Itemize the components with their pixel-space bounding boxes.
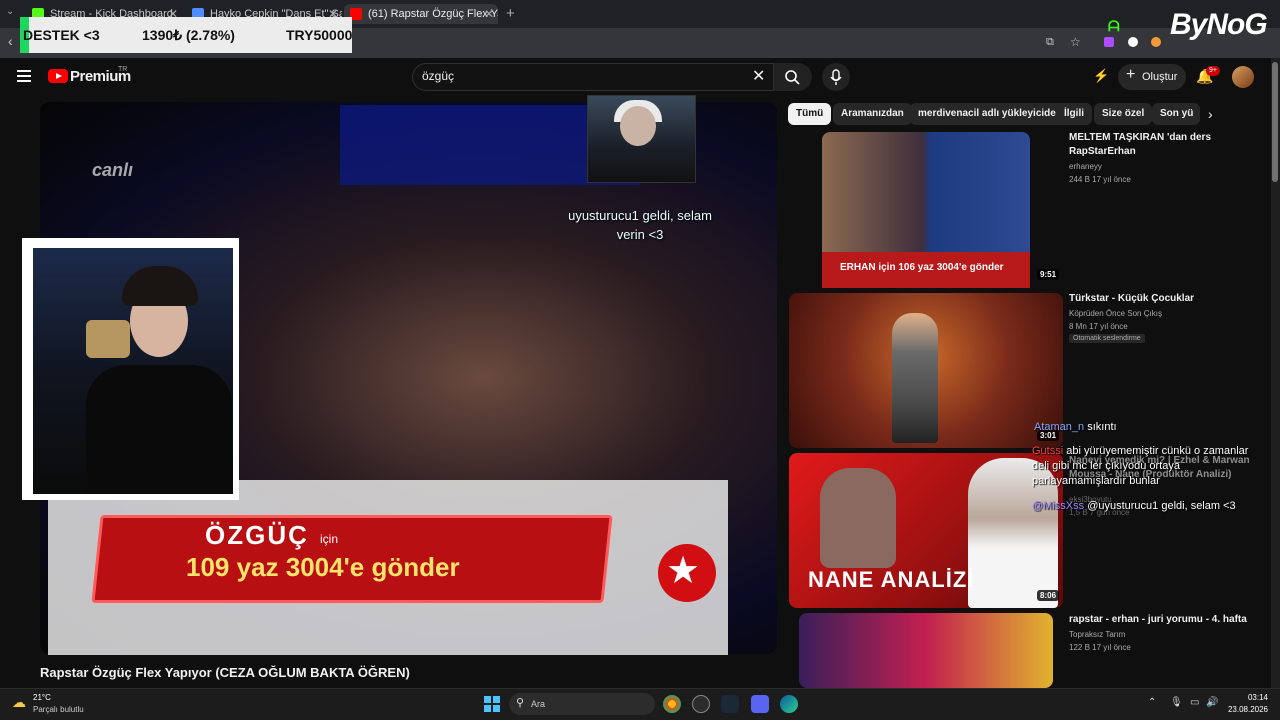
clock-time[interactable]: 03:14	[1214, 693, 1268, 702]
chip-recent[interactable]: Son yü	[1152, 103, 1200, 125]
voice-search-button[interactable]	[822, 63, 850, 91]
lower-third-sms: 109 yaz 3004'e gönder	[186, 552, 460, 582]
taskbar-search[interactable]: Ara	[509, 693, 655, 715]
weather-description[interactable]: Parçalı bulutlu	[33, 705, 84, 714]
search-icon	[785, 70, 800, 85]
tab-label: (61) Rapstar Özgüç Flex Yapı	[368, 8, 498, 20]
notification-badge: 9+	[1206, 66, 1220, 76]
donation-goal-overlay: DESTEK <3 1390₺ (2.78%) TRY50000	[20, 17, 352, 53]
chat-username: Gutssi	[1032, 445, 1064, 457]
thumbnail-figure	[820, 468, 896, 568]
weather-temperature[interactable]: 21°C	[33, 693, 51, 702]
video-title: Rapstar Özgüç Flex Yapıyor (CEZA OĞLUM B…	[40, 665, 410, 680]
chat-message: @MissXss @uyusturucu1 geldi, selam <3	[1032, 499, 1262, 514]
recommendation-meta: 8 Mn 17 yıl önce	[1069, 322, 1128, 331]
tab-search-chevron-icon[interactable]: ⌄	[6, 6, 20, 20]
recommendation-channel[interactable]: Köprüden Önce Son Çıkış	[1069, 308, 1162, 320]
alert-message: uyusturucu1 geldi, selam verin <3	[568, 208, 712, 242]
recommendation-meta: 122 B 17 yıl önce	[1069, 643, 1131, 652]
plus-icon: +	[1126, 66, 1136, 83]
chip-uploader[interactable]: merdivenacil adlı yükleyiciden	[910, 103, 1070, 125]
chip-related[interactable]: İlgili	[1056, 103, 1092, 125]
lower-third-for: için	[320, 532, 339, 546]
install-app-icon[interactable]: ⧉	[1046, 36, 1054, 49]
recommendation-title[interactable]: MELTEM TAŞKIRAN 'dan ders RapStarErhan	[1069, 131, 1265, 159]
overlay-glyph: ᗩ	[1108, 18, 1120, 34]
recommendation-meta: 244 B 17 yıl önce	[1069, 175, 1131, 184]
brand-logo: ByNoG	[1170, 8, 1268, 41]
chat-username: Ataman_n	[1034, 421, 1085, 433]
edge-icon[interactable]	[780, 695, 798, 713]
microphone-icon[interactable]: 🎙	[1170, 697, 1183, 708]
search-icon: ⚲	[516, 697, 525, 709]
steam-icon[interactable]	[721, 695, 739, 713]
donation-label: DESTEK <3	[23, 27, 100, 43]
network-icon[interactable]: ▭	[1190, 697, 1199, 708]
chrome-icon[interactable]	[663, 695, 681, 713]
lower-third-name: ÖZGÜÇ	[205, 520, 309, 550]
recommendation-title[interactable]: rapstar - erhan - juri yorumu - 4. hafta	[1069, 613, 1265, 627]
chat-message: Gutssi abi yürüyememiştir cünkü o zamanl…	[1032, 444, 1262, 489]
close-tab-icon[interactable]: ✕	[484, 4, 494, 24]
video-duration: 9:51	[1037, 269, 1060, 280]
thumbnail-text: ERHAN için 106 yaz 3004'e gönder	[840, 262, 1004, 273]
extension-icon[interactable]	[1104, 37, 1114, 47]
scrollbar-thumb[interactable]	[1272, 62, 1278, 182]
microphone-icon	[830, 69, 842, 85]
chip-all[interactable]: Tümü	[788, 103, 832, 125]
tray-chevron-up-icon[interactable]: ⌃	[1148, 697, 1156, 708]
app-icon[interactable]	[692, 695, 710, 713]
thumbnail-text: NANE ANALİZİ	[808, 567, 975, 592]
chat-text: @uyusturucu1 geldi, selam <3	[1087, 500, 1236, 512]
recommendation-title[interactable]: Türkstar - Küçük Çocuklar	[1069, 292, 1265, 306]
avatar[interactable]	[1232, 66, 1254, 88]
region-code: TR	[118, 66, 128, 73]
donation-goal: TRY50000	[286, 27, 353, 43]
bookmark-star-icon[interactable]: ☆	[1070, 35, 1081, 49]
chip-for-you[interactable]: Size özel	[1094, 103, 1153, 125]
donation-value: 1390₺ (2.78%)	[142, 27, 235, 43]
chat-message: Ataman_n sıkıntı	[1034, 420, 1117, 435]
chat-username: @MissXss	[1032, 500, 1085, 512]
windows-start-icon[interactable]	[484, 696, 500, 712]
weather-icon[interactable]: ☁	[12, 694, 26, 711]
webcam-face	[620, 106, 656, 146]
discord-icon[interactable]	[751, 695, 769, 713]
hamburger-menu-icon[interactable]	[17, 70, 31, 82]
back-arrow-icon[interactable]: ‹	[8, 33, 13, 49]
auto-dub-badge: Otomatik seslendirme	[1069, 334, 1145, 343]
clear-search-icon[interactable]: ✕	[752, 66, 765, 86]
recommendation-channel[interactable]: Topraksız Tarım	[1069, 629, 1125, 641]
extension-icon[interactable]	[1151, 37, 1161, 47]
tv-channel-logo: canlı	[92, 160, 134, 180]
chevron-right-icon[interactable]: ›	[1208, 106, 1213, 122]
clock-date[interactable]: 23.08.2026	[1200, 705, 1268, 714]
recommendation-channel[interactable]: erhaneyy	[1069, 161, 1102, 173]
chat-text: abi yürüyememiştir cünkü o zamanlar deli…	[1032, 445, 1249, 487]
plus-icon[interactable]: +	[506, 5, 515, 22]
video-duration: 8:06	[1037, 590, 1060, 601]
search-query[interactable]: özgüç	[422, 69, 454, 83]
chat-text: sıkıntı	[1087, 421, 1117, 433]
extension-icon[interactable]	[1128, 37, 1138, 47]
webcam-pillow	[86, 320, 130, 358]
recommendation-thumbnail[interactable]	[799, 613, 1053, 688]
cast-icon[interactable]: ⚡	[1093, 68, 1109, 84]
webcam-body	[86, 365, 232, 493]
search-input[interactable]	[412, 63, 774, 91]
tab-youtube-rapstar[interactable]: (61) Rapstar Özgüç Flex Yapı ✕	[344, 4, 498, 24]
star-icon: ★	[666, 550, 701, 592]
chip-from-search[interactable]: Aramanızdan	[833, 103, 912, 125]
search-button[interactable]	[774, 63, 812, 91]
youtube-logo-icon[interactable]	[48, 69, 68, 83]
thumbnail-figure	[892, 313, 938, 443]
